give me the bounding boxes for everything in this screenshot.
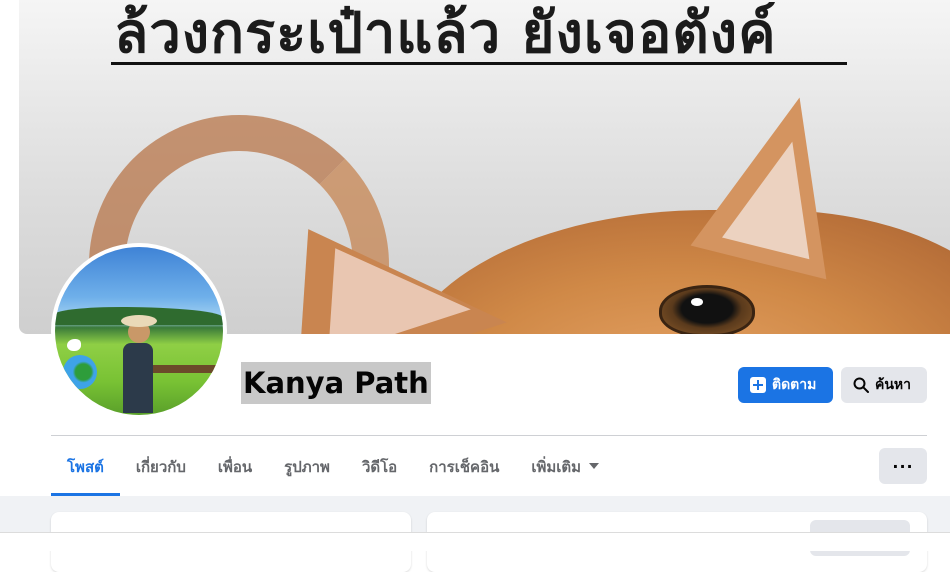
bird-icon <box>67 339 81 351</box>
avatar-person-body <box>123 343 153 413</box>
tab-about[interactable]: เกี่ยวกับ <box>120 446 202 496</box>
follow-button-label: ติดตาม <box>772 377 817 393</box>
tab-more[interactable]: เพิ่มเติม <box>515 446 615 496</box>
avatar-person-hat <box>121 315 157 327</box>
tab-label: รูปภาพ <box>284 458 330 476</box>
follow-button[interactable]: ติดตาม <box>738 367 833 403</box>
caret-down-icon <box>589 462 600 469</box>
tab-label: เพิ่มเติม <box>531 458 582 476</box>
plus-square-icon <box>750 377 766 393</box>
profile-tabs: โพสต์ เกี่ยวกับ เพื่อน รูปภาพ วิดีโอ การ… <box>51 446 615 496</box>
bottom-bar <box>0 532 950 551</box>
cat-eye-glint <box>691 298 703 306</box>
profile-divider <box>51 435 927 436</box>
avatar[interactable] <box>55 247 223 415</box>
search-button[interactable]: ค้นหา <box>841 367 927 403</box>
tab-photos[interactable]: รูปภาพ <box>268 446 346 496</box>
cat-eye <box>659 285 755 334</box>
tab-label: โพสต์ <box>67 458 104 476</box>
cover-headline: ล้วงกระเป๋าแล้ว ยังเจอตังค์ <box>114 1 777 66</box>
search-icon <box>853 377 869 393</box>
tab-videos[interactable]: วิดีโอ <box>346 446 413 496</box>
tab-checkins[interactable]: การเช็คอิน <box>413 446 515 496</box>
profile-name: Kanya Path <box>241 362 431 404</box>
search-button-label: ค้นหา <box>875 377 912 393</box>
avatar-rail <box>145 365 223 373</box>
tab-label: การเช็คอิน <box>429 458 500 476</box>
cover-underline <box>111 62 847 65</box>
tab-label: เกี่ยวกับ <box>135 458 186 476</box>
tab-label: เพื่อน <box>217 458 253 476</box>
tab-posts[interactable]: โพสต์ <box>51 446 120 496</box>
ellipsis-icon: ··· <box>892 456 914 476</box>
globe-icon <box>63 355 97 389</box>
more-options-button[interactable]: ··· <box>879 448 927 484</box>
tab-friends[interactable]: เพื่อน <box>202 446 268 496</box>
tab-label: วิดีโอ <box>361 458 398 476</box>
